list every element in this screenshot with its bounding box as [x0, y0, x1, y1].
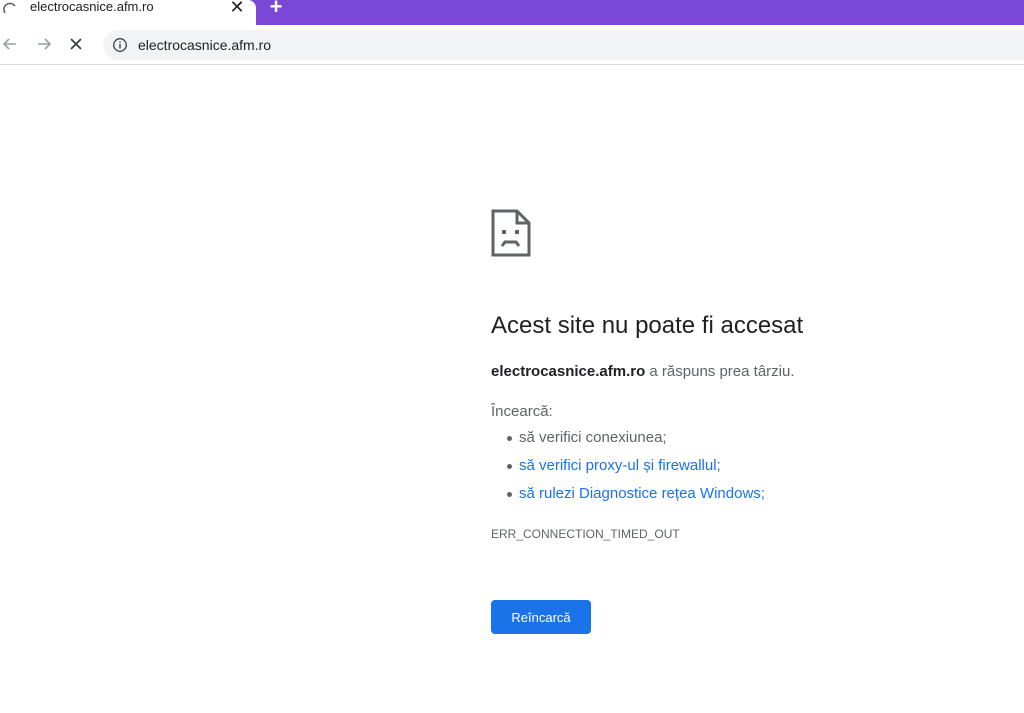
reload-button[interactable]: Reîncarcă	[491, 600, 591, 634]
error-message-text: a răspuns prea târziu.	[645, 363, 795, 380]
sad-page-icon	[491, 209, 531, 257]
loading-spinner-icon	[3, 2, 16, 14]
suggestion-check-connection: să verifici conexiunea;	[507, 428, 765, 448]
active-tab[interactable]: electrocasnice.afm.ro ✕	[0, 0, 256, 25]
new-tab-button[interactable]: +	[264, 0, 288, 18]
tab-close-icon[interactable]: ✕	[227, 0, 247, 17]
tab-title: electrocasnice.afm.ro	[30, 0, 154, 14]
forward-arrow-icon[interactable]	[30, 32, 54, 56]
suggestion-check-proxy-link[interactable]: să verifici proxy-ul și firewallul;	[507, 456, 765, 476]
stop-loading-icon[interactable]	[64, 32, 88, 56]
url-text[interactable]: electrocasnice.afm.ro	[138, 37, 271, 53]
error-title: Acest site nu poate fi accesat	[491, 312, 804, 339]
browser-toolbar: electrocasnice.afm.ro	[0, 25, 1024, 65]
error-host: electrocasnice.afm.ro	[491, 363, 646, 380]
address-bar[interactable]: electrocasnice.afm.ro	[103, 30, 1024, 60]
back-arrow-icon[interactable]	[0, 32, 24, 56]
error-code: ERR_CONNECTION_TIMED_OUT	[491, 527, 680, 541]
suggestion-run-diagnostics-link[interactable]: să rulezi Diagnostice rețea Windows;	[507, 484, 765, 504]
suggestions-heading: Încearcă:	[491, 403, 553, 420]
tab-strip: electrocasnice.afm.ro ✕ +	[0, 0, 1024, 25]
info-icon[interactable]	[112, 37, 128, 53]
suggestions-list: să verifici conexiunea; să verifici prox…	[491, 428, 765, 512]
error-message: electrocasnice.afm.ro a răspuns prea târ…	[491, 362, 795, 382]
